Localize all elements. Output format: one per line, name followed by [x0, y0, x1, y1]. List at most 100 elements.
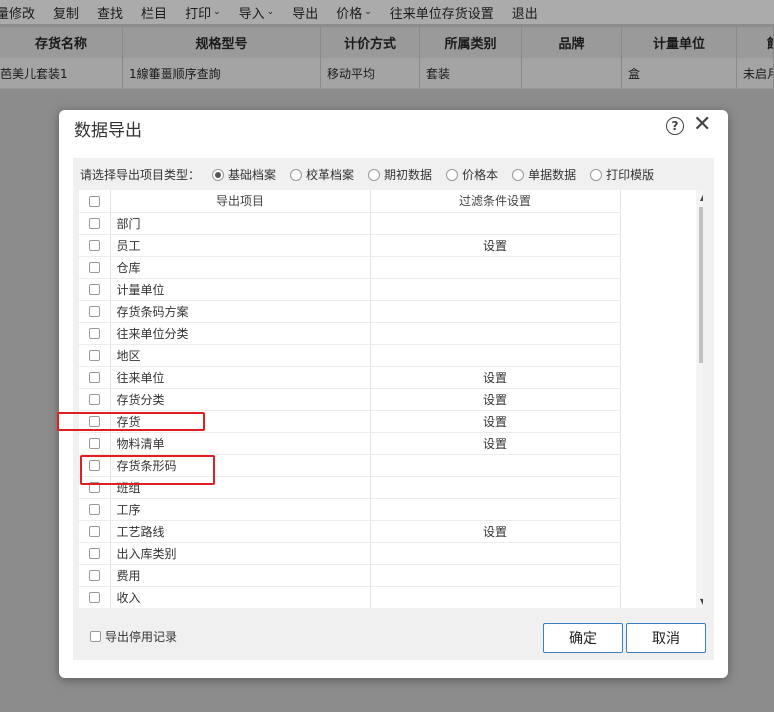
scroll-down-icon[interactable]: ▼	[696, 594, 703, 608]
radio-price-book[interactable]: 价格本	[446, 166, 498, 183]
radio-print-template[interactable]: 打印模版	[590, 166, 654, 183]
table-row[interactable]: 员工 设置	[79, 234, 621, 257]
vertical-scrollbar[interactable]: ▲ ▼	[696, 190, 703, 608]
radio-button[interactable]	[512, 168, 525, 181]
table-row[interactable]: 物料清单 设置	[79, 432, 621, 455]
filter-setting-link[interactable]: 设置	[370, 234, 621, 257]
toolbar-batch-edit[interactable]: 量修改	[0, 3, 35, 22]
row-checkbox[interactable]	[88, 548, 100, 559]
row-check-cell	[79, 322, 111, 345]
table-row[interactable]: 出入库类别	[79, 542, 621, 565]
grid-header-cell[interactable]: 计量单位	[622, 27, 737, 58]
table-header-row: 导出项目 过滤条件设置	[79, 190, 621, 213]
filter-setting-link[interactable]: 设置	[370, 410, 621, 433]
toolbar-partner-stock-settings[interactable]: 往来单位存货设置	[390, 3, 494, 22]
table-row[interactable]: 存货分类 设置	[79, 388, 621, 411]
table-row[interactable]: 往来单位分类	[79, 322, 621, 345]
table-row[interactable]: 费用	[79, 564, 621, 587]
cancel-button[interactable]: 取消	[626, 623, 706, 653]
row-checkbox[interactable]	[88, 350, 100, 361]
row-checkbox[interactable]	[88, 262, 100, 273]
grid-header-cell[interactable]: 所属类别	[420, 27, 522, 58]
grid-header-cell[interactable]: 館	[737, 27, 774, 58]
grid-cell: 套装	[420, 58, 522, 88]
export-disabled-option[interactable]: 导出停用记录	[90, 628, 177, 645]
row-checkbox[interactable]	[88, 284, 100, 295]
radio-button[interactable]	[446, 168, 459, 181]
table-row[interactable]: 地区	[79, 344, 621, 367]
row-checkbox[interactable]	[88, 372, 100, 383]
grid-header-cell[interactable]: 品牌	[522, 27, 622, 58]
row-checkbox[interactable]	[88, 240, 100, 251]
scroll-up-icon[interactable]: ▲	[696, 190, 703, 204]
confirm-button[interactable]: 确定	[543, 623, 623, 653]
radio-document-data[interactable]: 单据数据	[512, 166, 576, 183]
grid-header-cell[interactable]: 存货名称	[0, 27, 123, 58]
row-checkbox[interactable]	[88, 218, 100, 229]
toolbar-label: 复制	[53, 6, 80, 22]
filter-setting-link	[370, 344, 621, 367]
grid-cell: 1線箠畺顺序查詢	[123, 58, 321, 88]
close-icon[interactable]: ✕	[693, 112, 711, 138]
export-item-name: 物料清单	[110, 432, 371, 455]
radio-button[interactable]	[212, 168, 225, 181]
radio-label: 打印模版	[606, 168, 655, 182]
toolbar-print[interactable]: 打印 ⌄	[185, 3, 221, 22]
radio-button[interactable]	[590, 168, 603, 181]
toolbar-exit[interactable]: 退出	[512, 3, 538, 22]
table-row[interactable]: 存货条码方案	[79, 300, 621, 323]
radio-button[interactable]	[368, 168, 381, 181]
table-row[interactable]: 仓库	[79, 256, 621, 279]
toolbar-find[interactable]: 查找	[97, 3, 123, 22]
export-item-name: 出入库类别	[110, 542, 371, 565]
toolbar-import[interactable]: 导入 ⌄	[239, 3, 275, 22]
filter-setting-link[interactable]: 设置	[370, 366, 621, 389]
radio-button[interactable]	[290, 168, 303, 181]
radio-label: 基础档案	[228, 168, 277, 182]
radio-revision-archive[interactable]: 校革档案	[290, 166, 354, 183]
export-item-name: 地区	[110, 344, 371, 367]
row-checkbox[interactable]	[88, 328, 100, 339]
table-row[interactable]: 部门	[79, 212, 621, 235]
row-checkbox[interactable]	[88, 438, 100, 449]
row-check-cell	[79, 234, 111, 257]
row-checkbox[interactable]	[88, 570, 100, 581]
table-row[interactable]: 工艺路线 设置	[79, 520, 621, 543]
export-disabled-checkbox[interactable]	[90, 631, 101, 642]
grid-header-cell[interactable]: 规格型号	[123, 27, 321, 58]
filter-setting-link[interactable]: 设置	[370, 520, 621, 543]
highlight-box-inventory	[57, 412, 205, 431]
export-item-name: 费用	[110, 564, 371, 587]
row-check-cell	[79, 520, 111, 543]
scrollbar-thumb[interactable]	[699, 207, 703, 363]
toolbar-label: 价格	[336, 6, 363, 22]
table-row[interactable]: 芭美儿套装1 1線箠畺顺序查詢 移动平均 套装 盒 未启月	[0, 58, 774, 89]
help-icon[interactable]: ?	[666, 117, 684, 135]
filter-setting-link	[370, 586, 621, 608]
grid-header-cell[interactable]: 计价方式	[321, 27, 420, 58]
table-row[interactable]: 计量单位	[79, 278, 621, 301]
table-row[interactable]: 工序	[79, 498, 621, 521]
table-row[interactable]: 往来单位 设置	[79, 366, 621, 389]
radio-basic-archive[interactable]: 基础档案	[212, 166, 276, 183]
row-checkbox[interactable]	[88, 526, 100, 537]
select-all-checkbox[interactable]	[88, 195, 100, 207]
toolbar-export[interactable]: 导出	[292, 3, 318, 22]
toolbar-columns[interactable]: 栏目	[141, 3, 167, 22]
row-check-cell	[79, 278, 111, 301]
grid-header-row: 存货名称 规格型号 计价方式 所属类别 品牌 计量单位 館	[0, 27, 774, 58]
table-row[interactable]: 收入	[79, 586, 621, 608]
export-items-table: 导出项目 过滤条件设置 部门 员工 设置 仓库 计量单位 存货条码方案 往来单位分类 地区 往来…	[79, 190, 621, 608]
toolbar-price[interactable]: 价格 ⌄	[336, 3, 372, 22]
data-export-dialog: 数据导出 ? ✕ 请选择导出项目类型： 基础档案 校革档案 期初数据 价格本 单…	[57, 110, 728, 678]
row-checkbox[interactable]	[88, 394, 100, 405]
row-checkbox[interactable]	[88, 306, 100, 317]
toolbar-copy[interactable]: 复制	[53, 3, 79, 22]
row-checkbox[interactable]	[88, 504, 100, 515]
filter-setting-link[interactable]: 设置	[370, 432, 621, 455]
filter-setting-link	[370, 256, 621, 279]
row-check-cell	[79, 564, 111, 587]
radio-opening-data[interactable]: 期初数据	[368, 166, 432, 183]
row-checkbox[interactable]	[88, 592, 100, 603]
filter-setting-link[interactable]: 设置	[370, 388, 621, 411]
